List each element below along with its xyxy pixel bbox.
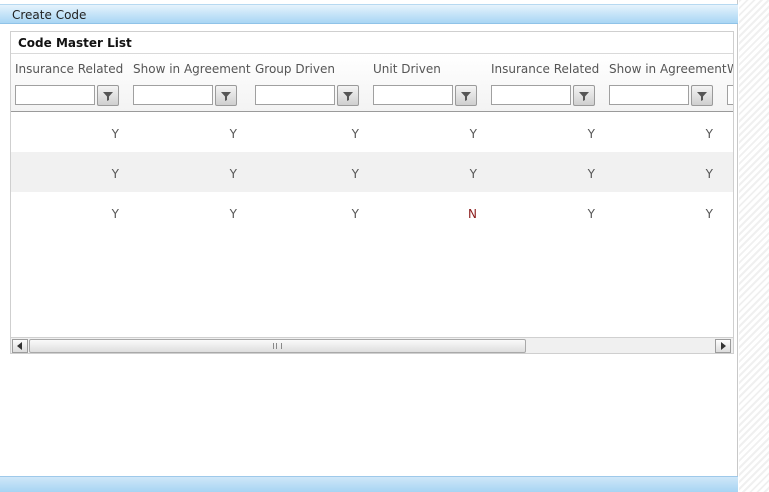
cell: Y <box>111 167 119 181</box>
cell: Y <box>705 127 713 141</box>
footer-bar <box>0 476 738 492</box>
funnel-filter-icon <box>221 91 231 101</box>
filter-button[interactable] <box>455 85 477 106</box>
table-row[interactable]: Y Y Y Y Y Y <box>11 152 733 192</box>
filter-input-insurance-related-2[interactable] <box>491 85 571 105</box>
column-insurance-related-2[interactable]: Insurance Related <box>487 54 605 112</box>
horizontal-scrollbar[interactable] <box>11 337 733 353</box>
filter-input-partial[interactable] <box>727 85 733 105</box>
cell: Y <box>469 167 477 181</box>
column-group-driven[interactable]: Group Driven <box>251 54 369 112</box>
cell: Y <box>705 207 713 221</box>
cell: Y <box>351 207 359 221</box>
table-row[interactable]: Y Y Y N Y Y <box>11 192 733 232</box>
table-row[interactable]: Y Y Y Y Y Y <box>11 112 733 152</box>
cell: Y <box>229 127 237 141</box>
cell: Y <box>351 167 359 181</box>
funnel-filter-icon <box>697 91 707 101</box>
column-label: Insurance Related <box>15 62 124 76</box>
column-label: W <box>727 62 733 76</box>
scroll-thumb[interactable] <box>29 339 526 353</box>
filter-button[interactable] <box>97 85 119 106</box>
grid-title-bar: Code Master List <box>11 32 733 54</box>
filter-button[interactable] <box>215 85 237 106</box>
filter-button[interactable] <box>337 85 359 106</box>
column-label: Show in Agreement <box>133 62 251 76</box>
cell: N <box>468 207 477 221</box>
scroll-left-button[interactable] <box>12 339 28 353</box>
grip-icon <box>273 343 282 349</box>
column-insurance-related[interactable]: Insurance Related <box>11 54 129 112</box>
cell: Y <box>111 127 119 141</box>
cell: Y <box>469 127 477 141</box>
grid-title: Code Master List <box>18 36 132 50</box>
funnel-filter-icon <box>343 91 353 101</box>
cell: Y <box>705 167 713 181</box>
column-show-in-agreement[interactable]: Show in Agreement <box>129 54 251 112</box>
cell: Y <box>229 167 237 181</box>
column-show-in-agreement-2[interactable]: Show in Agreement <box>605 54 727 112</box>
arrow-left-icon <box>17 342 22 350</box>
column-label: Show in Agreement <box>609 62 727 76</box>
column-label: Insurance Related <box>491 62 600 76</box>
funnel-filter-icon <box>461 91 471 101</box>
panel-title: Create Code <box>12 8 87 22</box>
funnel-filter-icon <box>103 91 113 101</box>
filter-button[interactable] <box>691 85 713 106</box>
cell: Y <box>587 127 595 141</box>
side-strip <box>739 0 769 492</box>
filter-button[interactable] <box>573 85 595 106</box>
arrow-right-icon <box>721 342 726 350</box>
filter-input-show-in-agreement-2[interactable] <box>609 85 689 105</box>
filter-input-group-driven[interactable] <box>255 85 335 105</box>
column-unit-driven[interactable]: Unit Driven <box>369 54 487 112</box>
cell: Y <box>229 207 237 221</box>
filter-input-insurance-related[interactable] <box>15 85 95 105</box>
code-master-grid: Code Master List Insurance Related Show … <box>10 31 734 354</box>
funnel-filter-icon <box>579 91 589 101</box>
filter-input-unit-driven[interactable] <box>373 85 453 105</box>
panel-header: Create Code <box>0 4 738 24</box>
column-label: Group Driven <box>255 62 335 76</box>
column-partial[interactable]: W <box>723 54 733 112</box>
scroll-right-button[interactable] <box>715 339 731 353</box>
column-headers: Insurance Related Show in Agreement Grou… <box>11 54 733 112</box>
cell: Y <box>351 127 359 141</box>
filter-input-show-in-agreement[interactable] <box>133 85 213 105</box>
main-panel: Create Code Code Master List Insurance R… <box>0 0 738 492</box>
column-label: Unit Driven <box>373 62 441 76</box>
cell: Y <box>587 207 595 221</box>
cell: Y <box>111 207 119 221</box>
cell: Y <box>587 167 595 181</box>
